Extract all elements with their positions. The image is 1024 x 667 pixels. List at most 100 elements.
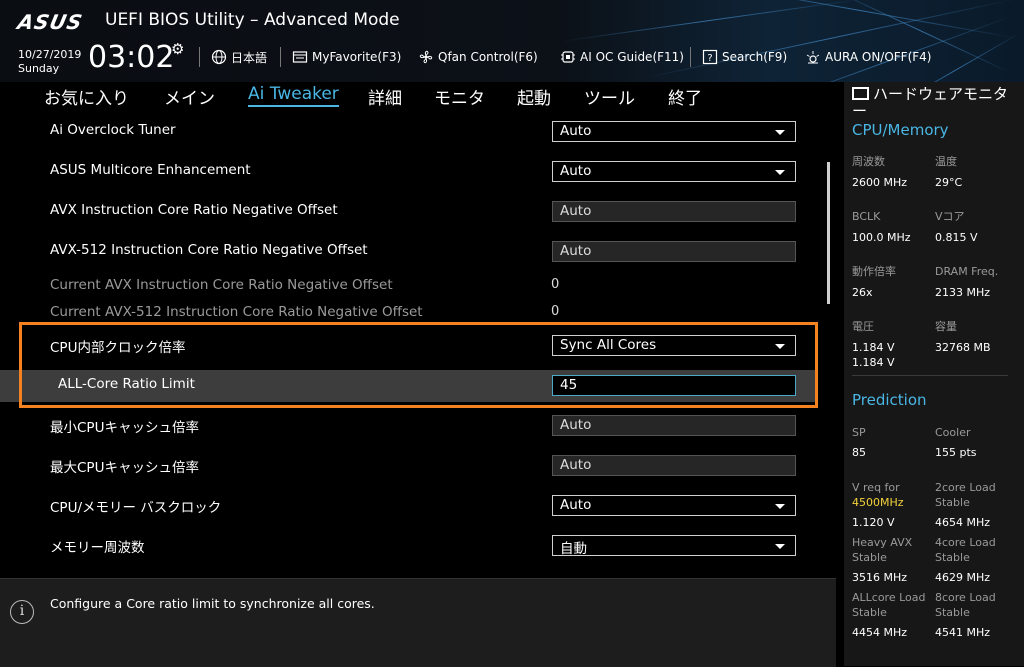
divider xyxy=(280,47,281,67)
core8-label: 8core Load xyxy=(935,591,996,604)
setting-memory-frequency[interactable]: メモリー周波数 自動 xyxy=(0,530,818,570)
field-value: Auto xyxy=(560,417,592,433)
vreq-label: V req for xyxy=(852,481,900,494)
my-favorite-label: MyFavorite(F3) xyxy=(312,50,402,64)
memory-frequency-dropdown[interactable]: 自動 xyxy=(552,535,796,557)
help-icon: ? xyxy=(702,49,718,65)
setting-label: Ai Overclock Tuner xyxy=(50,122,176,138)
core4-value: 4629 MHz xyxy=(935,571,991,584)
avx512-offset-field[interactable]: Auto xyxy=(552,241,796,262)
dropdown-value: 自動 xyxy=(560,541,587,557)
ratio-label: 動作倍率 xyxy=(852,265,896,278)
chevron-down-icon xyxy=(775,170,785,175)
help-bar: i Configure a Core ratio limit to synchr… xyxy=(0,578,836,667)
bus-clock-dropdown[interactable]: Auto xyxy=(552,495,796,516)
frequency-value: 2600 MHz xyxy=(852,176,908,189)
tab-boot[interactable]: 起動 xyxy=(517,84,551,109)
ratio-value: 26x xyxy=(852,286,873,299)
asus-logo: ASUS xyxy=(15,10,86,34)
ai-oc-guide-button[interactable]: AI OC Guide(F11) xyxy=(560,48,684,66)
setting-current-avx-offset: Current AVX Instruction Core Ratio Negat… xyxy=(0,270,818,297)
clock: 03:02 xyxy=(88,40,175,75)
vcore-label: Vコア xyxy=(935,210,965,223)
dram-freq-label: DRAM Freq. xyxy=(935,265,999,278)
vreq-frequency[interactable]: 4500MHz xyxy=(852,495,904,510)
globe-icon xyxy=(211,49,227,65)
tab-exit[interactable]: 終了 xyxy=(668,84,702,109)
search-label: Search(F9) xyxy=(722,50,788,64)
sp-label: SP xyxy=(852,426,866,439)
cooler-value: 155 pts xyxy=(935,446,977,459)
static-value: 0 xyxy=(551,304,560,319)
ai-overclock-tuner-dropdown[interactable]: Auto xyxy=(552,121,796,142)
search-button[interactable]: ? Search(F9) xyxy=(702,48,787,66)
my-favorite-button[interactable]: MyFavorite(F3) xyxy=(292,48,401,66)
bclk-value: 100.0 MHz xyxy=(852,231,911,244)
highlight-box xyxy=(19,322,818,408)
allcore-label: ALLcore Load xyxy=(852,591,926,604)
divider xyxy=(690,47,691,67)
app-title: UEFI BIOS Utility – Advanced Mode xyxy=(105,10,400,30)
max-cache-ratio-field[interactable]: Auto xyxy=(552,455,796,476)
tab-favorites[interactable]: お気に入り xyxy=(44,84,129,109)
title-bar: ASUS UEFI BIOS Utility – Advanced Mode 1… xyxy=(0,0,1024,82)
tab-monitor[interactable]: モニタ xyxy=(434,84,485,109)
help-text: Configure a Core ratio limit to synchron… xyxy=(50,596,375,611)
multicore-enhancement-dropdown[interactable]: Auto xyxy=(552,161,796,182)
temperature-label: 温度 xyxy=(935,155,957,168)
aura-toggle-button[interactable]: AURA ON/OFF(F4) xyxy=(805,48,931,66)
setting-label: Current AVX Instruction Core Ratio Negat… xyxy=(50,277,393,293)
tab-tool[interactable]: ツール xyxy=(584,84,635,109)
language-button[interactable]: 日本語 xyxy=(211,48,267,66)
avx-offset-field[interactable]: Auto xyxy=(552,201,796,222)
cpu-memory-heading: CPU/Memory xyxy=(852,121,949,139)
chevron-down-icon xyxy=(775,130,785,135)
core2-stable-label: Stable xyxy=(935,496,970,509)
scrollbar[interactable] xyxy=(827,162,830,304)
tab-ai-tweaker[interactable]: Ai Tweaker xyxy=(248,84,339,107)
heavy-avx-label: Heavy AVX xyxy=(852,536,913,549)
voltage-label: 電圧 xyxy=(852,320,874,333)
min-cache-ratio-field[interactable]: Auto xyxy=(552,415,796,436)
setting-label: メモリー周波数 xyxy=(50,540,145,556)
svg-text:?: ? xyxy=(707,53,712,64)
dropdown-value: Auto xyxy=(560,163,592,179)
language-label: 日本語 xyxy=(231,50,268,65)
core8-value: 4541 MHz xyxy=(935,626,991,639)
tab-advanced[interactable]: 詳細 xyxy=(368,84,402,109)
qfan-control-button[interactable]: Qfan Control(F6) xyxy=(418,48,538,66)
aura-light-icon xyxy=(806,51,820,64)
field-value: Auto xyxy=(560,243,592,259)
setting-ai-overclock-tuner[interactable]: Ai Overclock Tuner Auto xyxy=(0,110,818,150)
main-tab-bar: お気に入り メイン Ai Tweaker 詳細 モニタ 起動 ツール 終了 xyxy=(0,82,836,110)
setting-avx-offset[interactable]: AVX Instruction Core Ratio Negative Offs… xyxy=(0,190,818,230)
chevron-down-icon xyxy=(775,544,785,549)
frequency-label: 周波数 xyxy=(852,155,885,168)
chip-icon xyxy=(561,51,575,63)
gear-icon[interactable]: ⚙ xyxy=(171,40,184,58)
date-display: 10/27/2019 Sunday xyxy=(18,48,81,76)
voltage-value-2: 1.184 V xyxy=(852,356,895,369)
vcore-value: 0.815 V xyxy=(935,231,978,244)
setting-max-cpu-cache-ratio[interactable]: 最大CPUキャッシュ倍率 Auto xyxy=(0,450,818,490)
tab-main[interactable]: メイン xyxy=(164,84,215,109)
hardware-monitor-title: ハードウェアモニター xyxy=(852,86,1020,120)
sp-value: 85 xyxy=(852,446,866,459)
favorite-icon xyxy=(292,51,308,63)
setting-asus-multicore-enhancement[interactable]: ASUS Multicore Enhancement Auto xyxy=(0,150,818,190)
setting-label: 最大CPUキャッシュ倍率 xyxy=(50,460,199,476)
day-text: Sunday xyxy=(18,62,60,75)
core4-stable-label: Stable xyxy=(935,551,970,564)
cooler-label: Cooler xyxy=(935,426,971,439)
hardware-monitor-panel: ハードウェアモニター CPU/Memory 周波数 温度 2600 MHz 29… xyxy=(844,82,1024,666)
vreq-value: 1.120 V xyxy=(852,516,895,529)
setting-label: CPU/メモリー バスクロック xyxy=(50,500,222,516)
setting-bus-clock[interactable]: CPU/メモリー バスクロック Auto xyxy=(0,490,818,530)
setting-avx512-offset[interactable]: AVX-512 Instruction Core Ratio Negative … xyxy=(0,230,818,270)
aura-label: AURA ON/OFF(F4) xyxy=(825,50,932,64)
setting-min-cpu-cache-ratio[interactable]: 最小CPUキャッシュ倍率 Auto xyxy=(0,410,818,450)
voltage-value-1: 1.184 V xyxy=(852,341,895,354)
field-value: Auto xyxy=(560,203,592,219)
dram-freq-value: 2133 MHz xyxy=(935,286,991,299)
core8-stable-label: Stable xyxy=(935,606,970,619)
